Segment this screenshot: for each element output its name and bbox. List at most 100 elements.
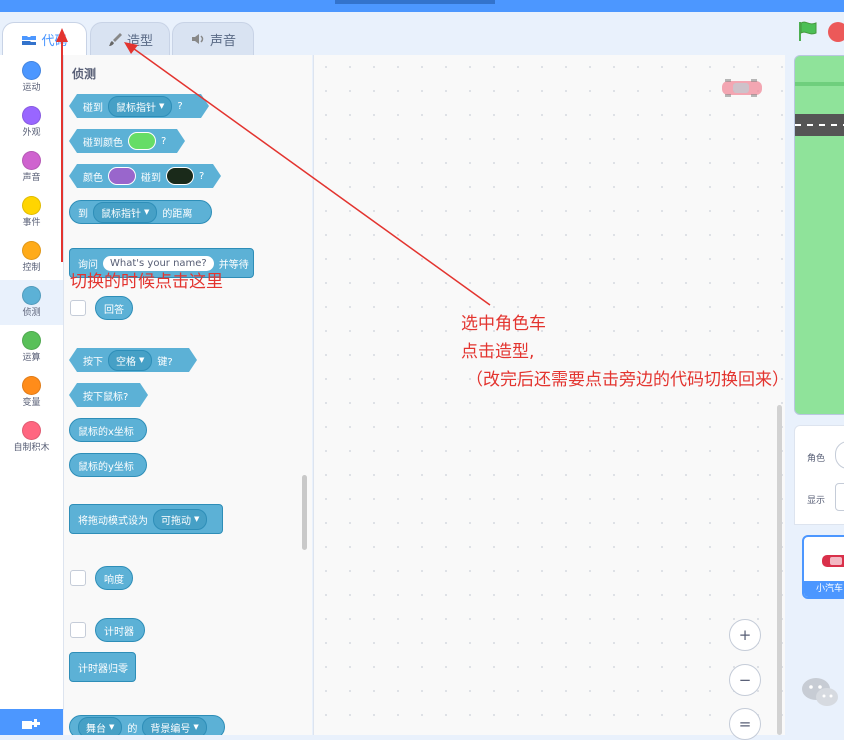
dropdown-value: 鼠标指针 — [116, 102, 156, 114]
palette-scrollbar[interactable] — [302, 475, 307, 550]
block-reset-timer[interactable]: 计时器归零 — [69, 652, 136, 682]
sprite-name-label: 角色 — [807, 454, 826, 464]
sprite-card-car[interactable]: 小汽车 — [802, 535, 844, 599]
category-operators[interactable]: 运算 — [0, 325, 63, 370]
category-variables[interactable]: 变量 — [0, 370, 63, 415]
block-of[interactable]: 舞台 ▼ 的 背景编号 ▼ — [69, 715, 225, 735]
block-mouse-x[interactable]: 鼠标的x坐标 — [69, 418, 147, 442]
block-text: 键? — [157, 356, 173, 368]
block-text: 计时器 — [104, 626, 134, 638]
caret-down-icon: ▼ — [159, 102, 165, 110]
category-motion[interactable]: 运动 — [0, 55, 63, 100]
zoom-reset-button[interactable]: = — [729, 708, 761, 740]
category-my-blocks[interactable]: 自制积木 — [0, 415, 63, 460]
answer-checkbox[interactable] — [70, 300, 86, 316]
category-label: 运算 — [22, 353, 41, 363]
stage-road — [795, 114, 844, 136]
category-label: 变量 — [22, 398, 41, 408]
sprite-car-thumbnail — [722, 79, 762, 97]
block-text: 颜色 — [83, 172, 103, 184]
palette-section-title: 侦测 — [72, 67, 97, 81]
block-color-touching-color[interactable]: 颜色 碰到 ? — [69, 164, 221, 188]
zoom-in-button[interactable]: + — [729, 619, 761, 651]
block-suffix: ? — [177, 100, 183, 112]
block-text: 并等待 — [218, 259, 249, 271]
dropdown-value: 背景编号 — [150, 723, 191, 735]
block-timer[interactable]: 计时器 — [95, 618, 145, 642]
block-loudness[interactable]: 响度 — [95, 566, 133, 590]
tab-sounds[interactable]: 声音 — [172, 22, 254, 55]
add-extension-button[interactable] — [0, 709, 63, 735]
sprite-info-panel: 角色 显示 — [794, 425, 844, 525]
category-sound[interactable]: 声音 — [0, 145, 63, 190]
block-touching-color[interactable]: 碰到颜色 ? — [69, 129, 185, 153]
of-property-dropdown[interactable]: 背景编号 ▼ — [142, 716, 207, 735]
block-text: 鼠标的y坐标 — [78, 461, 134, 473]
category-looks[interactable]: 外观 — [0, 100, 63, 145]
touching-dropdown[interactable]: 鼠标指针 ▼ — [108, 96, 172, 117]
block-set-drag-mode[interactable]: 将拖动模式设为 可拖动 ▼ — [69, 504, 223, 534]
category-dot — [22, 106, 41, 125]
block-text: 到 — [78, 208, 88, 220]
block-text: 按下 — [83, 356, 103, 368]
block-key-pressed[interactable]: 按下 空格 ▼ 键? — [69, 348, 197, 372]
category-dot — [22, 376, 41, 395]
block-suffix: ? — [161, 135, 167, 147]
color-swatch[interactable] — [108, 167, 136, 185]
show-toggle[interactable] — [835, 483, 844, 511]
category-label: 自制积木 — [13, 443, 50, 453]
category-control[interactable]: 控制 — [0, 235, 63, 280]
wechat-icon — [802, 678, 838, 706]
block-mouse-down[interactable]: 按下鼠标? — [69, 383, 148, 407]
stop-icon[interactable] — [828, 22, 844, 42]
green-flag-icon[interactable] — [796, 20, 820, 42]
dropdown-value: 鼠标指针 — [101, 208, 141, 220]
category-dot — [22, 421, 41, 440]
zoom-out-icon: − — [738, 671, 752, 689]
block-answer[interactable]: 回答 — [95, 296, 133, 320]
category-sensing[interactable]: 侦测 — [0, 280, 63, 325]
category-events[interactable]: 事件 — [0, 190, 63, 235]
block-touching[interactable]: 碰到 鼠标指针 ▼ ? — [69, 94, 209, 118]
category-label: 侦测 — [22, 308, 41, 318]
caret-down-icon: ▼ — [144, 208, 150, 216]
stage-preview[interactable] — [794, 55, 844, 415]
color-swatch[interactable] — [128, 132, 156, 150]
tab-sounds-label: 声音 — [209, 33, 236, 49]
category-menu: 运动 外观 声音 事件 控制 侦测 运算 变量 自制积木 — [0, 55, 64, 710]
category-dot — [22, 331, 41, 350]
block-text: 按下鼠标? — [83, 391, 129, 403]
block-distance-to[interactable]: 到 鼠标指针 ▼ 的距离 — [69, 200, 212, 224]
caret-down-icon: ▼ — [194, 515, 200, 523]
editor-tabs: 代码 造型 声音 — [0, 12, 790, 56]
distance-dropdown[interactable]: 鼠标指针 ▼ — [93, 201, 158, 223]
zoom-out-button[interactable]: − — [729, 664, 761, 696]
zoom-reset-icon: = — [738, 715, 752, 733]
menu-bar — [0, 0, 844, 12]
sprite-name-field[interactable] — [835, 441, 844, 469]
drag-mode-dropdown[interactable]: 可拖动 ▼ — [153, 508, 208, 530]
workspace-scrollbar[interactable] — [777, 405, 782, 735]
block-text: 的距离 — [162, 208, 193, 220]
of-object-dropdown[interactable]: 舞台 ▼ — [78, 716, 123, 735]
category-label: 运动 — [22, 83, 41, 93]
block-suffix: ? — [199, 170, 205, 182]
code-workspace[interactable]: + − = — [313, 55, 785, 740]
block-text: 鼠标的x坐标 — [78, 426, 134, 438]
tab-code[interactable]: 代码 — [2, 22, 87, 56]
annotation-left: 切换的时候点击这里 — [70, 272, 223, 292]
tab-costumes[interactable]: 造型 — [90, 22, 170, 55]
annotation-right-line3: （改完后还需要点击旁边的代码切换回来） — [466, 370, 789, 390]
show-label: 显示 — [807, 496, 826, 506]
key-dropdown[interactable]: 空格 ▼ — [108, 350, 152, 371]
timer-checkbox[interactable] — [70, 622, 86, 638]
dropdown-value: 可拖动 — [161, 515, 191, 527]
loudness-checkbox[interactable] — [70, 570, 86, 586]
zoom-in-icon: + — [738, 626, 752, 644]
block-text: 回答 — [104, 304, 124, 316]
block-mouse-y[interactable]: 鼠标的y坐标 — [69, 453, 147, 477]
color-swatch[interactable] — [166, 167, 194, 185]
category-label: 声音 — [22, 173, 41, 183]
block-text: 计时器归零 — [78, 663, 128, 675]
ask-question-input[interactable]: What's your name? — [103, 255, 214, 271]
